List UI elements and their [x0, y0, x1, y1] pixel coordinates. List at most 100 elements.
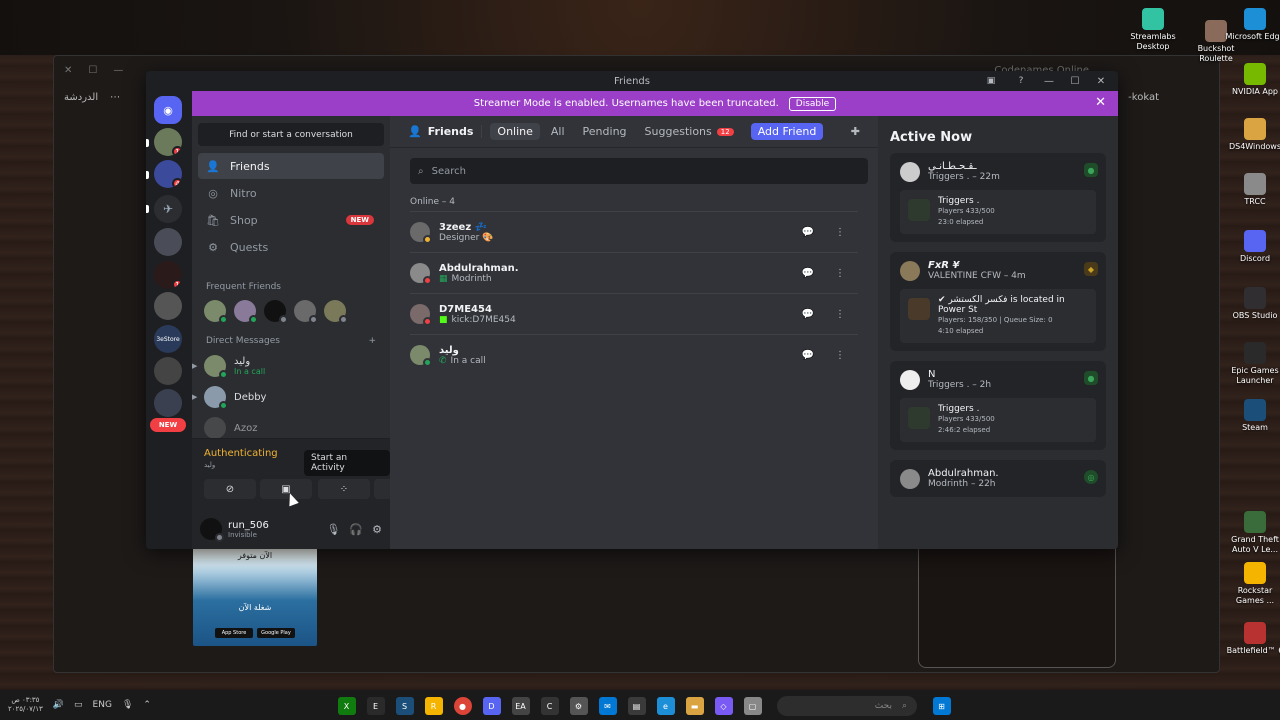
more-options-icon[interactable]: ⋮ [830, 222, 850, 242]
dm-item[interactable]: ▶ Debby [192, 382, 384, 412]
desktop-icon-epic[interactable]: Epic Games Launcher [1223, 342, 1280, 386]
copilot-icon[interactable]: ◇ [714, 697, 733, 715]
tab-pending[interactable]: Pending [576, 123, 634, 140]
chevron-up-icon[interactable]: ⌃ [143, 700, 151, 710]
desktop-icon-discord[interactable]: Discord [1223, 230, 1280, 264]
user-panel: run_506 Invisible 🎙 🎧 ⚙ [192, 509, 390, 549]
steam-icon[interactable]: S [395, 697, 414, 715]
close-banner-icon[interactable]: ✕ [1095, 95, 1106, 110]
microphone-tray-icon[interactable]: 🎙 [122, 700, 133, 710]
find-conversation-button[interactable]: Find or start a conversation [198, 123, 384, 146]
avatar[interactable] [294, 300, 318, 324]
microphone-icon[interactable]: 🎙 [326, 523, 340, 536]
mail-icon[interactable]: ✉ [598, 697, 617, 715]
inbox-icon[interactable]: ▣ [984, 74, 998, 88]
tab-all[interactable]: All [544, 123, 572, 140]
friend-row[interactable]: D7ME454 ■ kick:D7ME454 💬 ⋮ [410, 293, 858, 334]
guild-icon[interactable] [154, 228, 182, 256]
new-group-dm-icon[interactable]: ✚ [851, 125, 860, 138]
start-windows-icon[interactable]: ⊞ [932, 697, 951, 715]
help-icon[interactable]: ? [1014, 74, 1028, 88]
friend-row[interactable]: Abdulrahman. ▦ Modrinth 💬 ⋮ [410, 252, 858, 293]
ea-icon[interactable]: EA [511, 697, 530, 715]
message-icon[interactable]: 💬 [798, 345, 818, 365]
home-button[interactable]: ◉ [154, 96, 182, 124]
desktop-icon-rockstar[interactable]: Rockstar Games ... [1223, 562, 1280, 606]
desktop-icon-streamlabs[interactable]: Streamlabs Desktop [1121, 8, 1185, 52]
desktop-icon-obs[interactable]: OBS Studio [1223, 287, 1280, 321]
activity-card[interactable]: FxR ¥ VALENTINE CFW – 4m ◆ ✔ فكسر الكستشر… [890, 252, 1106, 351]
guild-icon[interactable]: 1 [154, 261, 182, 289]
nav-friends[interactable]: 👤 Friends [198, 153, 384, 179]
maximize-button[interactable]: ☐ [1064, 76, 1086, 87]
desktop-icon-edge[interactable]: Microsoft Edge [1223, 8, 1280, 42]
dm-item[interactable]: ▶ وليد In a call [192, 351, 384, 381]
message-icon[interactable]: 💬 [798, 263, 818, 283]
close-button[interactable]: ✕ [1090, 76, 1112, 87]
epic-icon[interactable]: E [366, 697, 385, 715]
message-icon[interactable]: 💬 [798, 222, 818, 242]
discord-icon[interactable]: D [482, 697, 501, 715]
avatar [410, 263, 432, 285]
clock[interactable]: ٠٣:٣٥ ص ٢٠٢٥/٠٧/١٣ [8, 696, 43, 714]
ctrl-icon[interactable]: C [540, 697, 559, 715]
desktop-icon-gta[interactable]: Grand Theft Auto V Le... [1223, 511, 1280, 555]
avatar[interactable] [264, 300, 288, 324]
activity-card[interactable]: ـقـحـطـانـي Triggers . – 22m ● Triggers .… [890, 153, 1106, 242]
guild-icon[interactable]: ✈ [154, 195, 182, 223]
status-dot [219, 370, 228, 379]
chrome-icon[interactable]: ● [453, 697, 472, 715]
disable-button[interactable]: Disable [788, 96, 837, 111]
friend-row[interactable]: 3zeez 💤 Designer 🎨 💬 ⋮ [410, 211, 858, 252]
edge-icon[interactable]: e [656, 697, 675, 715]
guild-icon-3estore[interactable]: 3eStore [154, 325, 182, 353]
activity-card[interactable]: Abdulrahman. Modrinth – 22h ◎ [890, 460, 1106, 497]
nav-shop[interactable]: 🛍 Shop NEW [198, 207, 384, 233]
settings-icon[interactable]: ⚙ [569, 697, 588, 715]
explorer-icon[interactable]: ▬ [685, 697, 704, 715]
guild-icon[interactable]: 1 [154, 128, 182, 156]
avatar [204, 417, 226, 439]
window-icon[interactable]: ▢ [743, 697, 762, 715]
more-options-icon[interactable]: ⋮ [830, 263, 850, 283]
guild-icon[interactable] [154, 292, 182, 320]
headphones-icon[interactable]: 🎧 [349, 523, 363, 536]
friend-row[interactable]: وليد ✆ In a call 💬 ⋮ [410, 334, 858, 375]
guild-icon[interactable] [154, 389, 182, 417]
nav-quests[interactable]: ⚙ Quests [198, 234, 384, 260]
more-options-icon[interactable]: ⋮ [830, 345, 850, 365]
add-dm-icon[interactable]: + [368, 336, 376, 346]
desktop-icon-nvidia[interactable]: NVIDIA App [1223, 63, 1280, 97]
settings-gear-icon[interactable]: ⚙ [372, 523, 382, 536]
tab-suggestions[interactable]: Suggestions 12 [638, 123, 741, 140]
nav-nitro[interactable]: ◎ Nitro [198, 180, 384, 206]
network-icon[interactable]: ▭ [74, 700, 83, 710]
desktop-icon-steam[interactable]: Steam [1223, 399, 1280, 433]
camera-button[interactable]: ⊘ [204, 479, 256, 499]
message-icon[interactable]: 💬 [798, 304, 818, 324]
avatar[interactable] [204, 300, 228, 324]
guild-icon[interactable] [154, 357, 182, 385]
more-options-icon[interactable]: ⋮ [830, 304, 850, 324]
user-avatar[interactable] [200, 518, 224, 542]
minimize-button[interactable]: — [1038, 76, 1060, 87]
desktop-icon-battlefield[interactable]: Battlefield™ 6 [1223, 622, 1280, 656]
store-icon[interactable]: ▤ [627, 697, 646, 715]
taskbar-search-input[interactable]: بحث ⌕ [777, 696, 917, 716]
add-friend-button[interactable]: Add Friend [750, 123, 824, 140]
language-indicator[interactable]: ENG [93, 700, 112, 710]
activity-card[interactable]: N Triggers . – 2h ● Triggers . Players 433… [890, 361, 1106, 450]
activity-button[interactable]: ⁘ [318, 479, 370, 499]
taskbar: ٠٣:٣٥ ص ٢٠٢٥/٠٧/١٣ 🔊 ▭ ENG 🎙 ⌃ X E S R ● … [0, 690, 1280, 720]
xbox-icon[interactable]: X [337, 697, 356, 715]
tab-online[interactable]: Online [490, 123, 540, 140]
volume-icon[interactable]: 🔊 [53, 700, 64, 710]
avatar [900, 369, 920, 390]
desktop-icon-trcc[interactable]: TRCC [1223, 173, 1280, 207]
guild-icon[interactable]: 4 [154, 160, 182, 188]
desktop-icon-ds4windows[interactable]: DS4Windows [1223, 118, 1280, 152]
rockstar-icon[interactable]: R [424, 697, 443, 715]
avatar[interactable] [234, 300, 258, 324]
friends-search-input[interactable]: ⌕ Search [410, 158, 868, 184]
avatar[interactable] [324, 300, 348, 324]
